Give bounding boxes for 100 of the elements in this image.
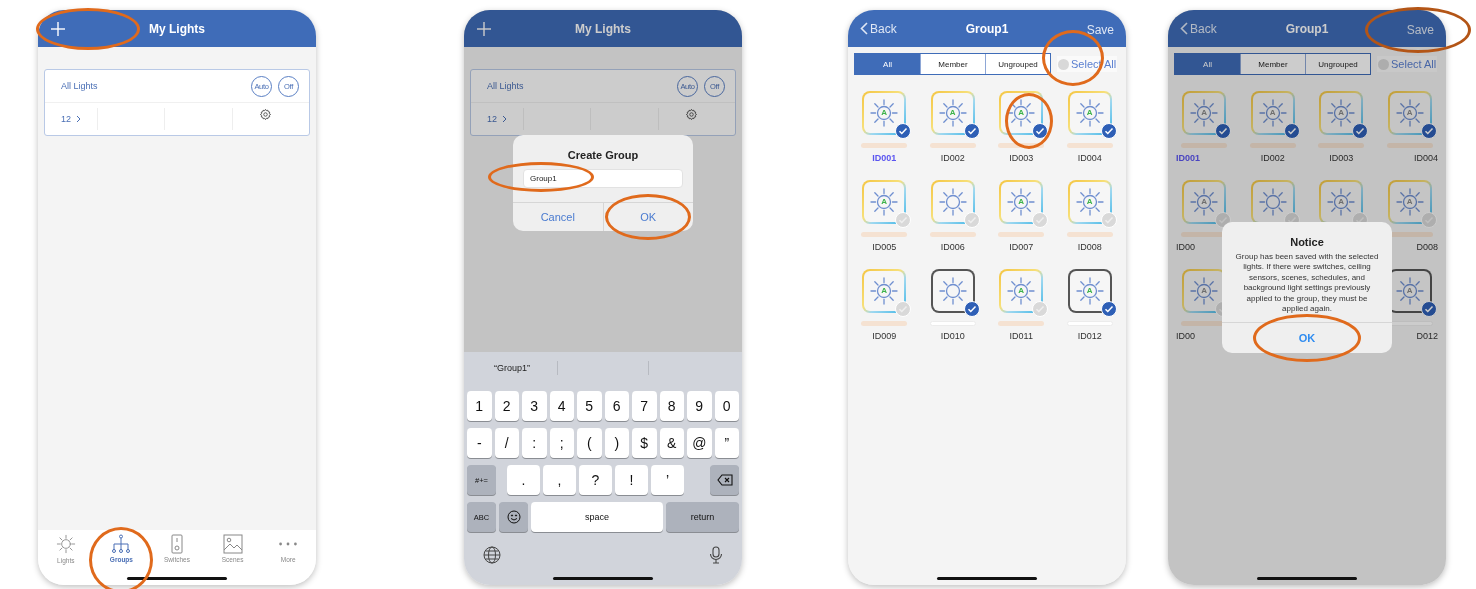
light-label[interactable]: ID002 — [940, 153, 965, 164]
save-button[interactable]: Save — [1086, 22, 1114, 37]
keyboard-key[interactable]: 9 — [687, 391, 712, 421]
light-label[interactable]: ID006 — [940, 242, 965, 253]
keyboard-key[interactable]: $ — [632, 428, 657, 458]
keyboard-key[interactable]: 2 — [494, 391, 519, 421]
space-key[interactable]: space — [531, 502, 663, 532]
keyboard-key[interactable]: 5 — [577, 391, 602, 421]
keyboard-key[interactable]: - — [467, 428, 492, 458]
check-icon[interactable] — [1215, 123, 1232, 139]
keyboard-key[interactable]: 1 — [467, 391, 492, 421]
name-field[interactable]: Group1 — [523, 169, 683, 188]
save-button[interactable]: Save — [1406, 22, 1434, 37]
filter-tab[interactable]: All — [855, 54, 920, 74]
emoji-key[interactable] — [499, 502, 528, 532]
keyboard-key[interactable]: ( — [577, 428, 602, 458]
light-label[interactable]: D008 — [1416, 242, 1444, 253]
keyboard-key[interactable]: , — [543, 465, 576, 495]
check-icon[interactable] — [1283, 123, 1300, 139]
brightness-bar — [929, 143, 976, 148]
keyboard-key[interactable]: @ — [687, 428, 712, 458]
back-button[interactable]: Back — [1180, 21, 1217, 36]
globe-icon[interactable] — [483, 546, 501, 564]
light-label[interactable]: ID001 — [1170, 153, 1201, 164]
light-label[interactable]: ID003 — [1329, 153, 1354, 164]
keyboard-key[interactable]: & — [659, 428, 684, 458]
check-icon[interactable] — [963, 212, 980, 228]
light-label[interactable]: ID004 — [1077, 153, 1102, 164]
keyboard-key[interactable]: / — [494, 428, 519, 458]
filter-tab[interactable]: Member — [920, 54, 985, 74]
keyboard-key[interactable]: 3 — [522, 391, 547, 421]
check-icon[interactable] — [895, 123, 912, 139]
keyboard-key[interactable]: ” — [714, 428, 739, 458]
light-label[interactable]: ID011 — [1009, 331, 1033, 342]
select-all-checkbox[interactable]: Select All — [1057, 56, 1118, 72]
select-all-checkbox[interactable]: Select All — [1377, 56, 1438, 72]
check-icon[interactable] — [1032, 123, 1049, 139]
light-count-link[interactable]: 12 — [487, 114, 523, 124]
screen-title: Group1 — [965, 21, 1009, 36]
check-icon[interactable] — [895, 301, 912, 317]
light-count-link[interactable]: 12 — [61, 114, 97, 124]
check-icon[interactable] — [963, 123, 980, 139]
light-label[interactable]: D012 — [1416, 331, 1444, 342]
settings-icon[interactable] — [685, 108, 699, 121]
check-icon[interactable] — [1100, 123, 1117, 139]
keyboard-key[interactable]: 8 — [659, 391, 684, 421]
return-key[interactable]: return — [666, 502, 739, 532]
dialog-button[interactable]: Cancel — [513, 203, 603, 231]
keyboard-key[interactable]: 0 — [714, 391, 739, 421]
keyboard-key[interactable]: ; — [549, 428, 574, 458]
keyboard-key[interactable]: 4 — [549, 391, 574, 421]
keyboard-key[interactable]: ’ — [651, 465, 684, 495]
suggestion[interactable]: “Group1” — [494, 363, 530, 373]
check-icon[interactable] — [963, 301, 980, 317]
light-label[interactable]: ID002 — [1260, 153, 1285, 164]
keyboard-key[interactable]: 6 — [604, 391, 629, 421]
keyboard-key[interactable]: ! — [615, 465, 648, 495]
settings-icon[interactable] — [259, 108, 273, 121]
keyboard-key[interactable]: : — [522, 428, 547, 458]
check-icon[interactable] — [1352, 123, 1369, 139]
keyboard-key[interactable]: ? — [579, 465, 612, 495]
check-icon[interactable] — [1420, 212, 1437, 228]
check-icon[interactable] — [1420, 123, 1437, 139]
light-label[interactable]: ID001 — [872, 153, 897, 164]
light-label[interactable]: ID010 — [940, 331, 965, 342]
light-label[interactable]: ID003 — [1009, 153, 1034, 164]
check-icon[interactable] — [1100, 212, 1117, 228]
keyboard-key[interactable]: ) — [604, 428, 629, 458]
sun-icon — [1257, 98, 1288, 128]
keyboard-key[interactable]: 7 — [632, 391, 657, 421]
light-label[interactable]: ID005 — [872, 242, 897, 253]
add-icon[interactable] — [50, 20, 66, 37]
sun-icon — [937, 187, 968, 217]
back-button[interactable]: Back — [860, 21, 897, 36]
light-label[interactable]: ID008 — [1077, 242, 1102, 253]
light-label[interactable]: ID007 — [1009, 242, 1034, 253]
mode-letter: A — [1086, 109, 1093, 117]
light-label[interactable]: ID012 — [1077, 331, 1102, 342]
check-icon[interactable] — [1032, 212, 1049, 228]
light-label[interactable]: ID004 — [1413, 153, 1444, 164]
add-icon[interactable] — [476, 20, 492, 37]
microphone-icon[interactable] — [709, 546, 723, 564]
light-label[interactable]: ID00 — [1170, 242, 1195, 253]
brightness-bar — [1181, 143, 1228, 148]
check-icon[interactable] — [1420, 301, 1437, 317]
keyboard-key[interactable]: . — [507, 465, 540, 495]
dialog-button[interactable]: OK — [603, 203, 693, 231]
filter-tab[interactable]: Ungrouped — [985, 54, 1050, 74]
light-icon[interactable] — [1250, 180, 1295, 224]
light-label[interactable]: ID009 — [872, 331, 897, 342]
check-icon[interactable] — [895, 212, 912, 228]
filter-tab[interactable]: All — [1175, 54, 1240, 74]
check-icon[interactable] — [1032, 301, 1049, 317]
light-icon[interactable] — [930, 269, 975, 313]
light-label[interactable]: ID00 — [1170, 331, 1195, 342]
filter-tab[interactable]: Member — [1240, 54, 1305, 74]
check-icon[interactable] — [1100, 301, 1117, 317]
filter-tab[interactable]: Ungrouped — [1305, 54, 1370, 74]
backspace-key[interactable] — [710, 465, 739, 495]
brightness-bar — [998, 232, 1045, 237]
